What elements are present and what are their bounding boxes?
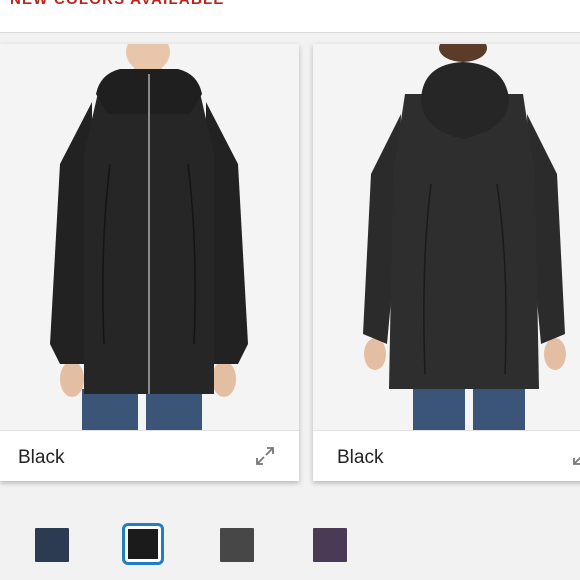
- product-card-back[interactable]: Black: [313, 44, 580, 481]
- swatch-black-fill: [128, 529, 158, 559]
- product-card-front[interactable]: Black: [0, 44, 299, 481]
- expand-arrows-icon[interactable]: [254, 445, 276, 467]
- product-photo-front[interactable]: [0, 44, 299, 430]
- banner-text: NEW COLORS AVAILABLE: [10, 0, 225, 8]
- caption-bar: Black: [313, 430, 580, 481]
- promo-banner: NEW COLORS AVAILABLE: [0, 0, 580, 33]
- caption-bar: Black: [0, 430, 299, 481]
- color-caption: Black: [18, 447, 65, 468]
- swatch-navy-heather[interactable]: [35, 528, 69, 562]
- color-caption: Black: [337, 447, 384, 468]
- product-photo-back[interactable]: [313, 44, 580, 430]
- expand-arrows-icon[interactable]: [571, 445, 580, 467]
- color-swatch-list: [0, 490, 580, 580]
- swatch-charcoal-heather[interactable]: [220, 528, 254, 562]
- swatch-black-selected[interactable]: [122, 523, 164, 565]
- swatch-plum-heather[interactable]: [313, 528, 347, 562]
